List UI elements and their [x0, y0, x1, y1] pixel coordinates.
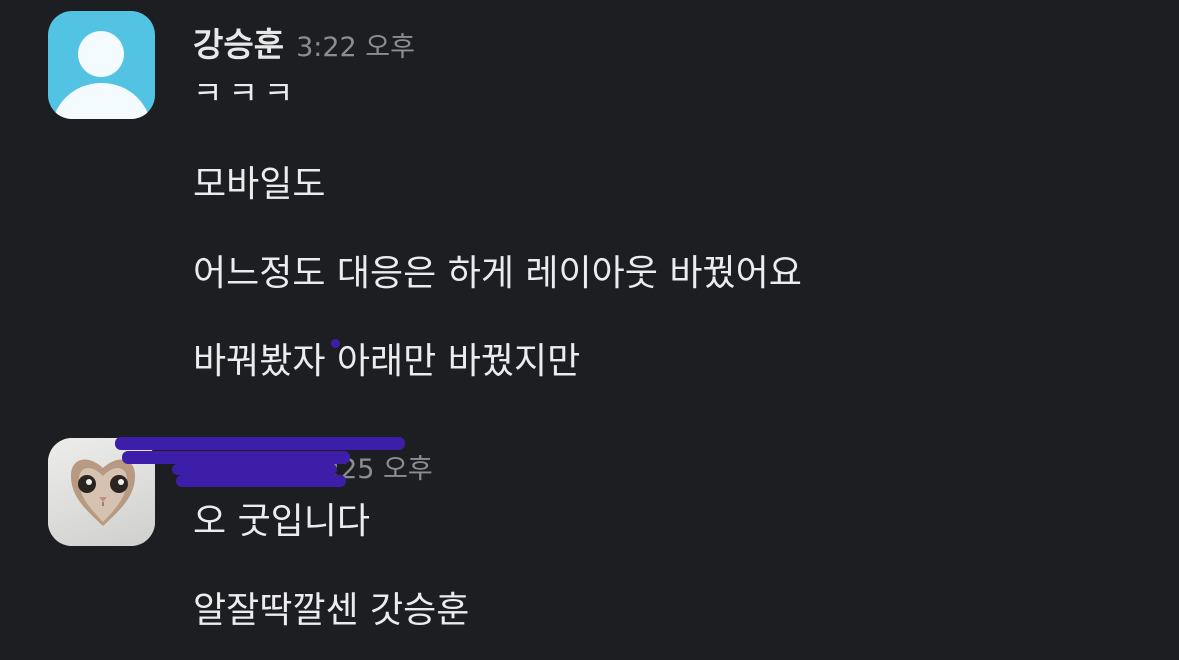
user-avatar[interactable]: [48, 11, 155, 119]
message-text: 알잘딱깔센 갓승훈: [193, 590, 470, 631]
message-text: 오 굿입니다: [193, 501, 371, 542]
message-text: 모바일도: [193, 164, 326, 205]
user-silhouette-icon: [78, 31, 124, 77]
message-text: ㅋㅋㅋ: [193, 74, 300, 112]
redaction-mark: [176, 475, 346, 487]
message-text: 어느정도 대응은 하게 레이아웃 바꿨어요: [193, 253, 802, 294]
redaction-mark: [172, 464, 337, 475]
redaction-dot: [331, 339, 340, 348]
message-header: 강승훈 3:22 오후: [193, 18, 415, 66]
redaction-mark: [122, 451, 350, 464]
user-silhouette-shoulders: [51, 83, 152, 119]
message-text: 바꿔봤자 아래만 바꿨지만: [193, 341, 581, 382]
message-timestamp: 3:22 오후: [296, 32, 415, 63]
sender-name[interactable]: 강승훈: [193, 25, 284, 64]
redaction-mark: [115, 437, 405, 450]
